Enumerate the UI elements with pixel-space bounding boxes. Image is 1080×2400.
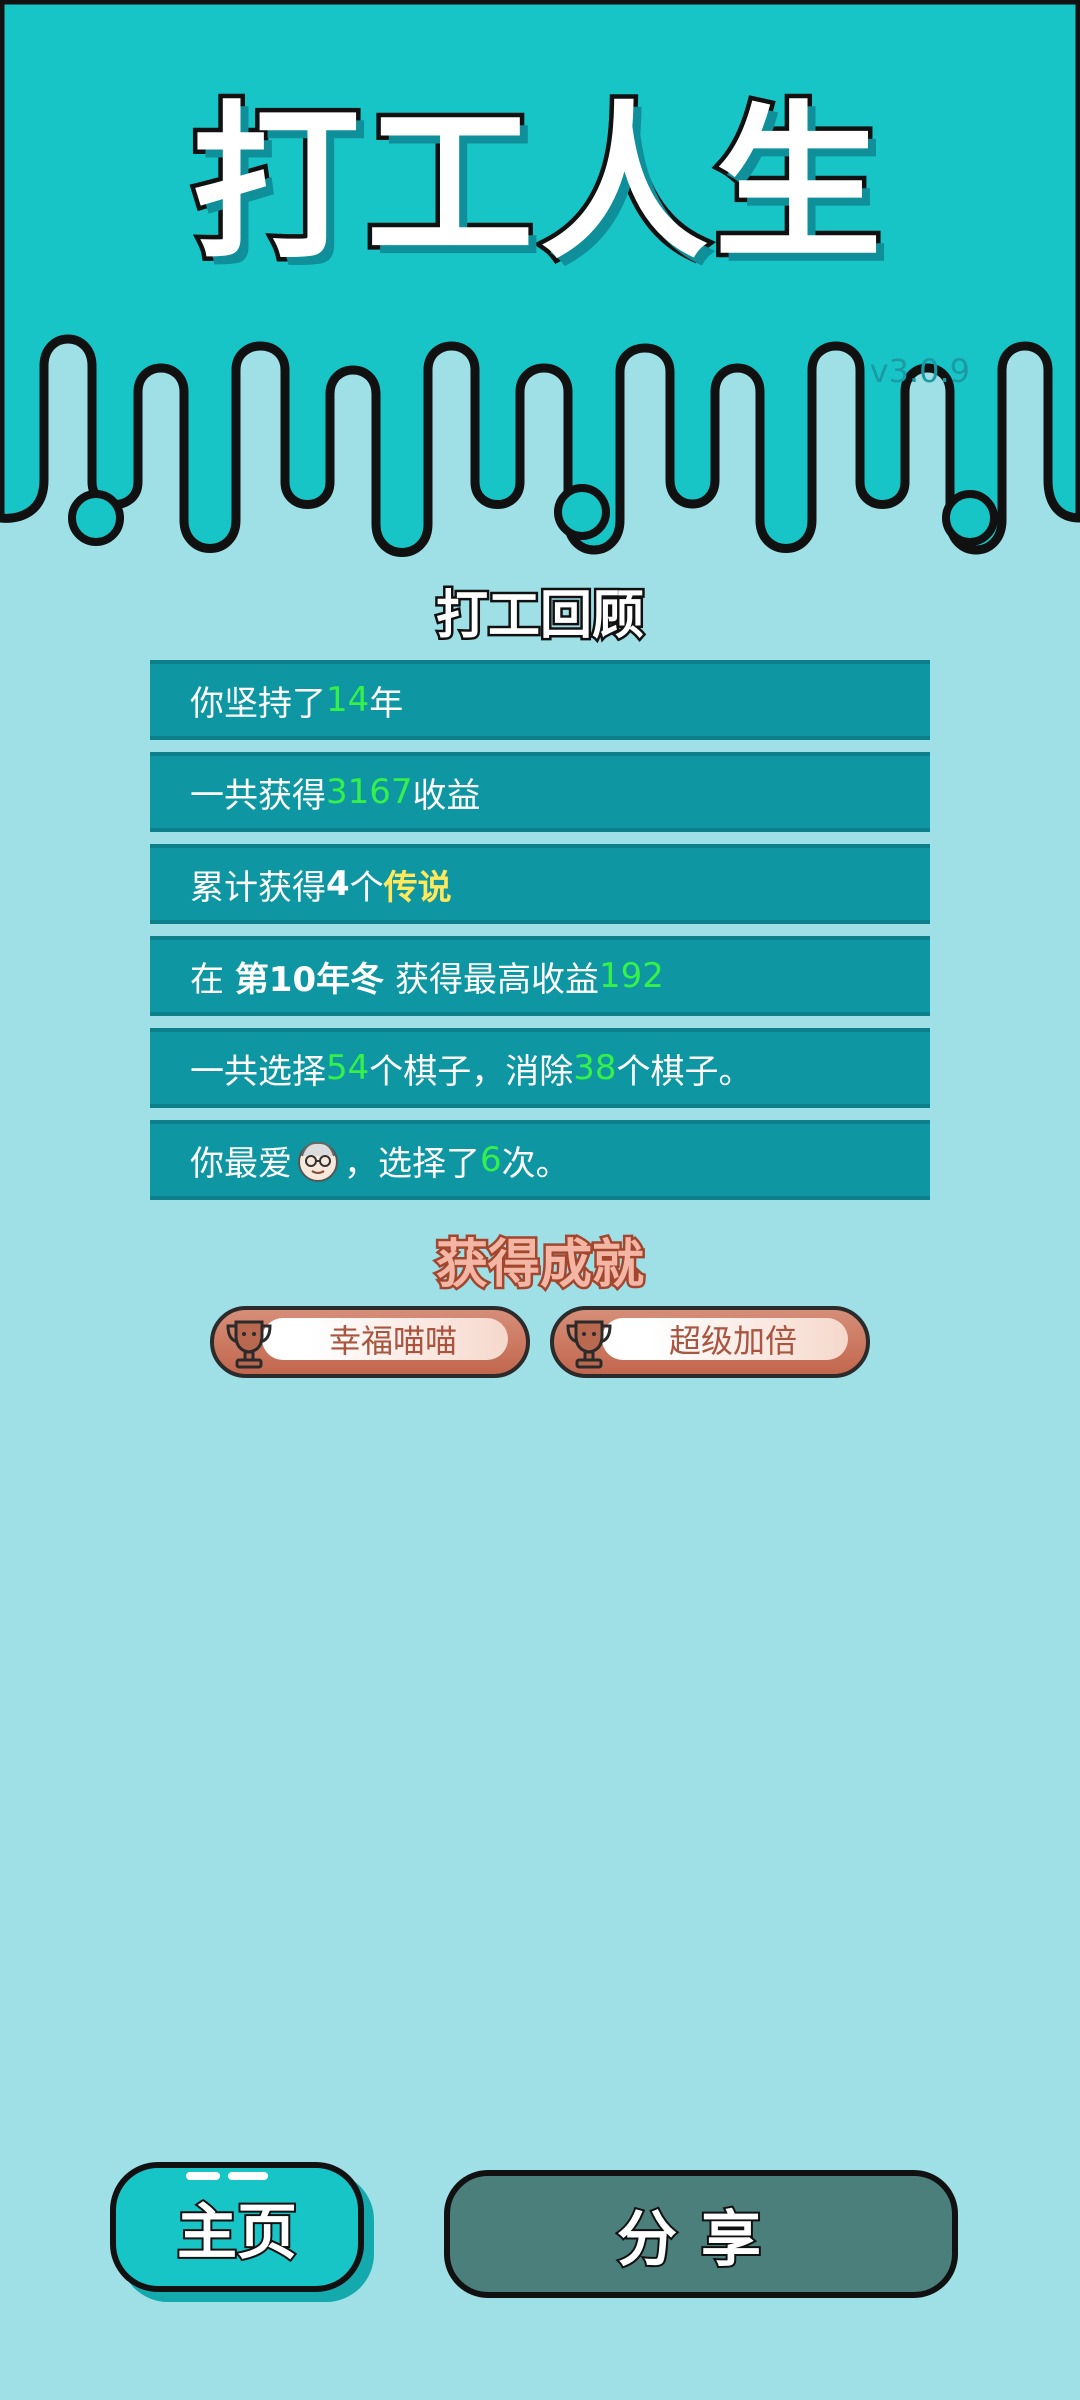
- pieces-removed: 38: [573, 1048, 617, 1088]
- legend-label: 传说: [383, 867, 452, 908]
- row-pieces: 一共选择 54 个棋子，消除 38 个棋子。: [150, 1028, 930, 1108]
- legend-count: 4: [326, 864, 350, 904]
- best-income-value: 192: [598, 956, 664, 996]
- row-favorite: 你最爱 ，选择了 6 次。: [150, 1120, 930, 1200]
- share-button[interactable]: 分享: [444, 2170, 958, 2298]
- review-title: 打工回顾: [433, 584, 646, 649]
- achievement-badge-2[interactable]: 超级加倍: [550, 1306, 870, 1378]
- home-button-label: 主页: [175, 2196, 299, 2270]
- achievement-label: 幸福喵喵: [328, 1322, 457, 1360]
- share-button-label: 分享: [615, 2203, 785, 2277]
- row-legends: 累计获得 4 个 传说: [150, 844, 930, 924]
- achievement-label: 超级加倍: [668, 1322, 797, 1360]
- years-value: 14: [326, 680, 370, 720]
- trophy-icon: [226, 1320, 272, 1369]
- review-list: 你坚持了 14 年 一共获得 3167 收益 累计获得 4 个 传说 在 第10…: [150, 660, 930, 1212]
- row-best-season: 在 第10年冬 获得最高收益 192: [150, 936, 930, 1016]
- home-button[interactable]: 主页: [110, 2162, 364, 2292]
- achievement-badge-1[interactable]: 幸福喵喵: [210, 1306, 530, 1378]
- button-shine: [186, 2172, 220, 2180]
- row-income: 一共获得 3167 收益: [150, 752, 930, 832]
- version-label: v3.0.9: [869, 352, 970, 390]
- header-banner: 打工人生 v3.0.9: [0, 0, 1080, 560]
- best-season: 第10年冬: [234, 959, 385, 1000]
- favorite-count: 6: [480, 1140, 502, 1180]
- achievements-title: 获得成就: [433, 1233, 646, 1298]
- income-value: 3167: [326, 772, 413, 812]
- pieces-selected: 54: [326, 1048, 370, 1088]
- button-shine: [228, 2172, 268, 2180]
- old-man-face-icon: [298, 1141, 338, 1182]
- game-title: 打工人生: [188, 86, 888, 282]
- trophy-icon: [566, 1320, 612, 1369]
- row-years: 你坚持了 14 年: [150, 660, 930, 740]
